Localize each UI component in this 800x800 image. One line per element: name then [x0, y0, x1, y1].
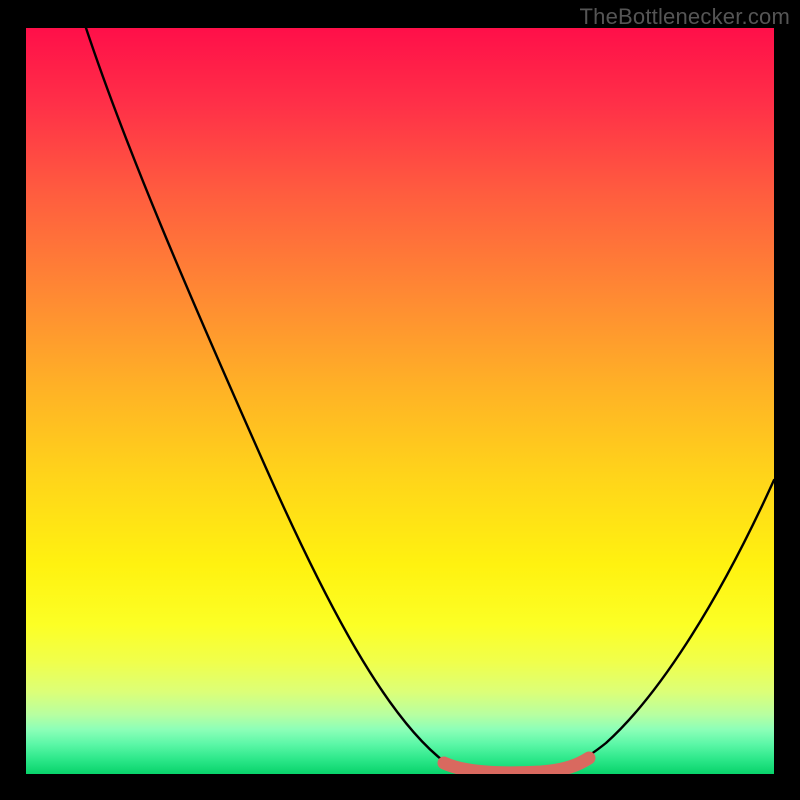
watermark-text: TheBottlenecker.com: [580, 4, 790, 30]
highlight-segment: [444, 758, 589, 773]
curve-layer: [26, 28, 774, 774]
plot-area: [26, 28, 774, 774]
bottleneck-curve: [86, 28, 774, 773]
chart-frame: TheBottlenecker.com: [0, 0, 800, 800]
